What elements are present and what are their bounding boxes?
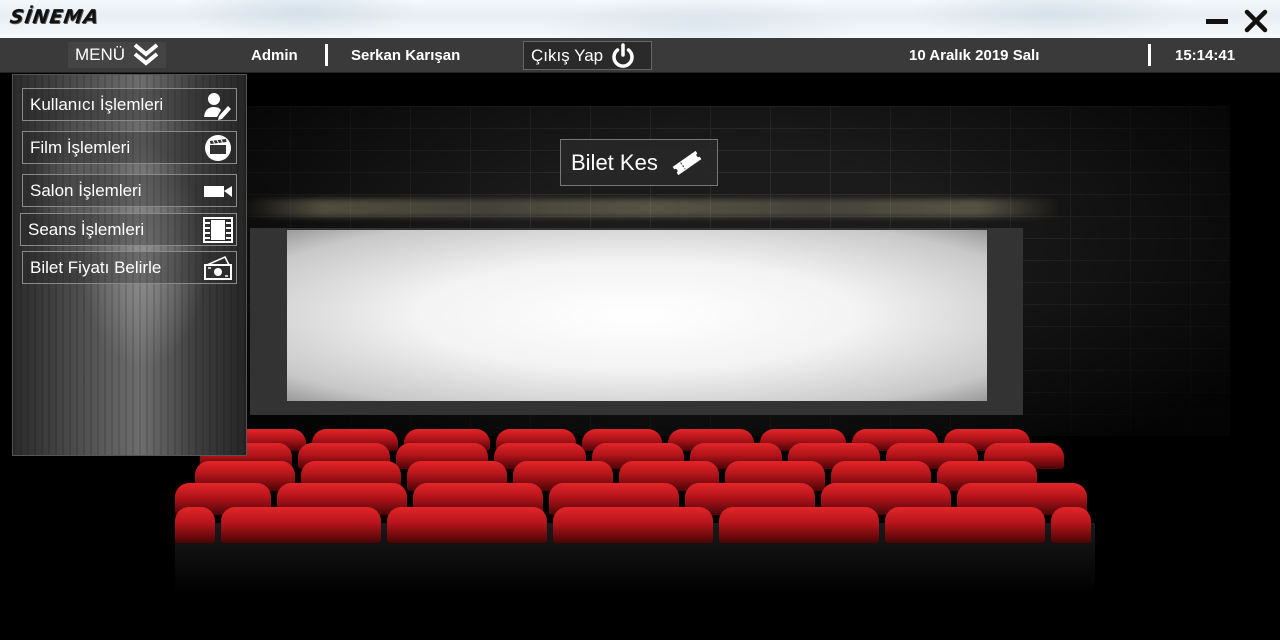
user-name: Serkan Karışan (351, 47, 461, 64)
menu-item-label: Kullanıcı İşlemleri (30, 94, 164, 114)
menu-item-film-operations[interactable]: Film İşlemleri (22, 131, 237, 164)
movie-screen (287, 230, 987, 401)
cinema-seat (553, 507, 713, 543)
cinema-seat (719, 507, 879, 543)
minimize-icon[interactable] (1203, 8, 1231, 34)
cinema-seat (221, 507, 381, 543)
nav-divider (1148, 44, 1151, 66)
top-nav-bar: MENÜ Admin Serkan Karışan Çıkış Yap 10 A… (0, 38, 1280, 73)
user-role: Admin (251, 47, 298, 64)
video-camera-icon (204, 186, 232, 197)
menu-item-label: Salon İşlemleri (30, 180, 142, 200)
current-date: 10 Aralık 2019 Salı (909, 47, 1040, 64)
cinema-seat (1051, 507, 1091, 543)
menu-item-label: Seans İşlemleri (28, 219, 145, 239)
ticket-icon (672, 150, 702, 175)
cinema-seats (175, 425, 1095, 565)
nav-divider (325, 44, 328, 66)
current-time: 15:14:41 (1175, 47, 1236, 64)
stage-lights (240, 199, 1060, 217)
cinema-seat (387, 507, 547, 543)
cinema-seat (885, 507, 1045, 543)
money-icon (204, 255, 232, 280)
ticket-button-label: Bilet Kes (571, 149, 658, 175)
app-logo: SİNEMA (8, 6, 101, 28)
cinema-seat (175, 507, 215, 543)
menu-item-label: Bilet Fiyatı Belirle (30, 257, 162, 277)
logout-button[interactable]: Çıkış Yap (523, 41, 652, 70)
close-icon[interactable] (1243, 8, 1271, 34)
menu-item-set-ticket-price[interactable]: Bilet Fiyatı Belirle (22, 251, 237, 284)
menu-item-session-operations[interactable]: Seans İşlemleri (20, 213, 237, 246)
user-edit-icon (204, 93, 231, 120)
menu-item-label: Film İşlemleri (30, 137, 131, 157)
menu-label: MENÜ (75, 45, 126, 64)
menu-item-user-operations[interactable]: Kullanıcı İşlemleri (22, 88, 237, 121)
power-icon (612, 42, 634, 68)
logout-label: Çıkış Yap (531, 45, 604, 65)
issue-ticket-button[interactable]: Bilet Kes (560, 139, 718, 186)
side-menu: Kullanıcı İşlemleri Film İşlemleri Salon… (12, 74, 247, 456)
menu-item-hall-operations[interactable]: Salon İşlemleri (22, 174, 237, 207)
film-strip-icon (203, 217, 233, 243)
film-clapper-icon (205, 135, 231, 161)
title-bar: SİNEMA (0, 0, 1280, 38)
double-chevron-down-icon (133, 43, 159, 66)
menu-toggle-button[interactable]: MENÜ (68, 42, 166, 68)
